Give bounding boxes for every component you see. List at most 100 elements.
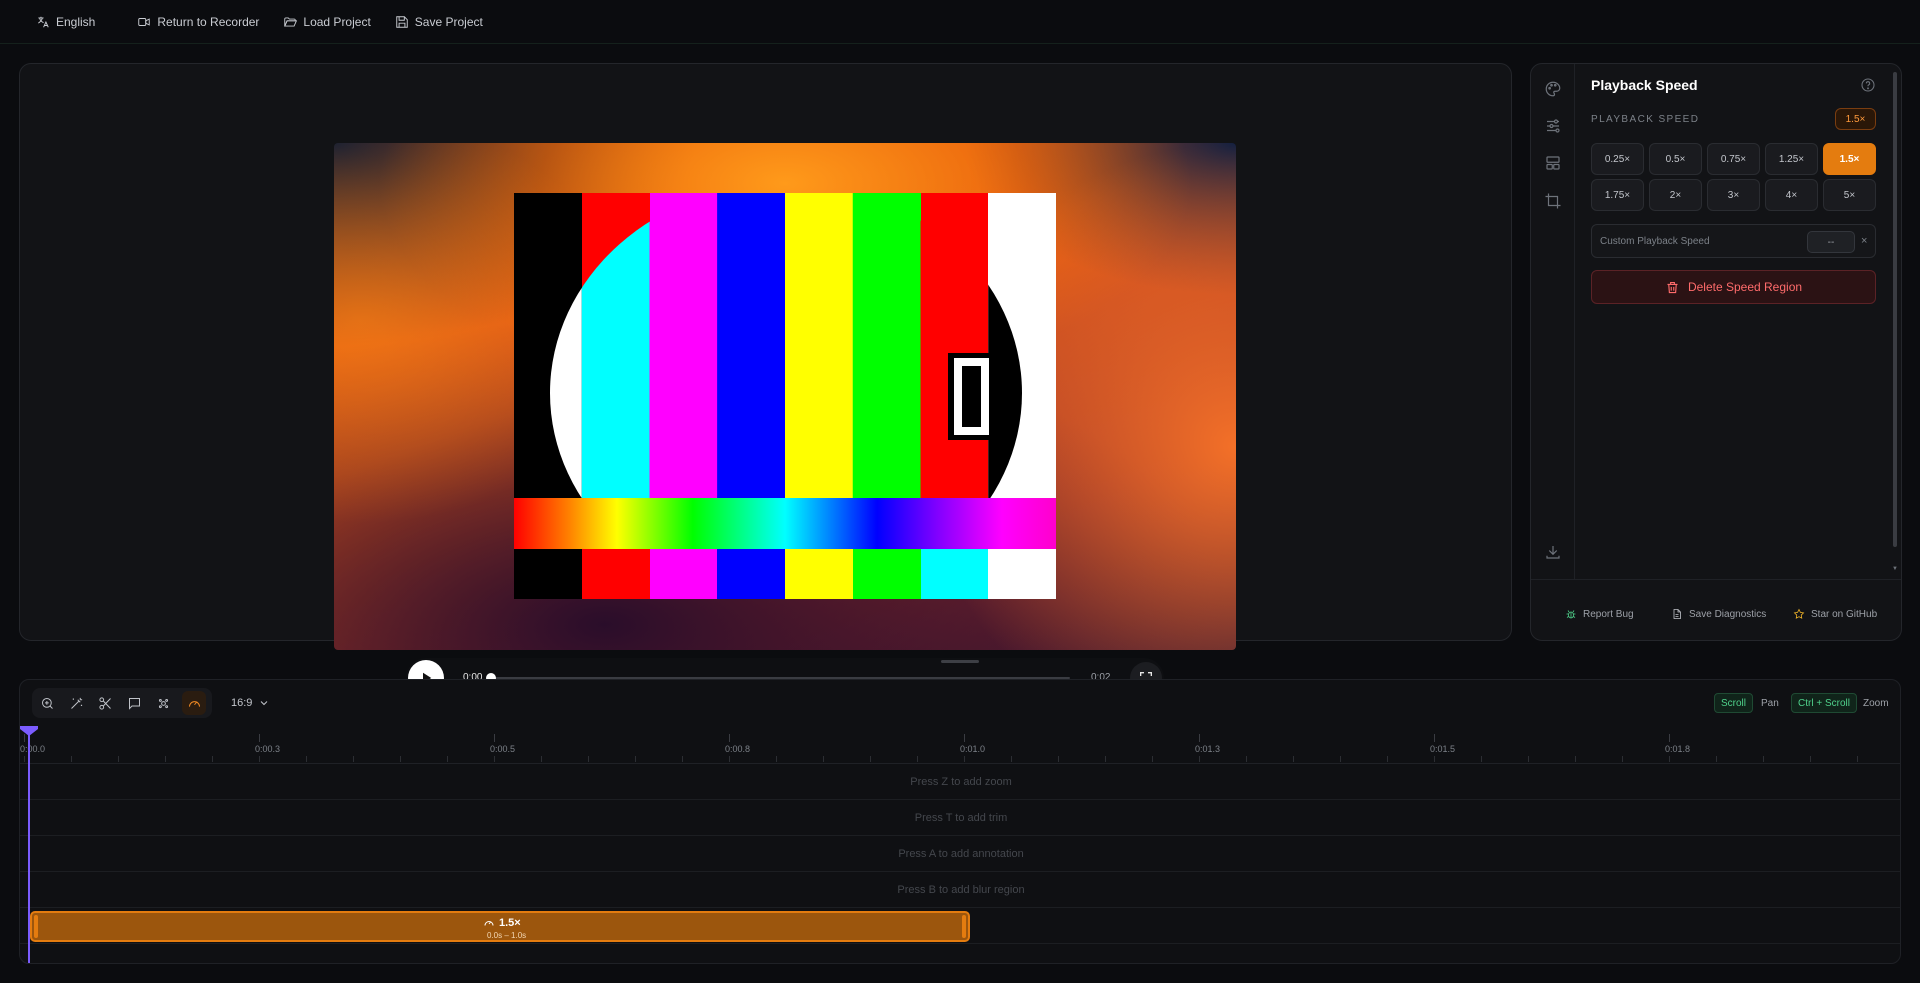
playhead-line[interactable]: [28, 726, 30, 963]
trim-track-hint: Press T to add trim: [914, 811, 1008, 824]
timeline-ruler[interactable]: 0:00.0 0:00.3 0:00.5 0:00.8 0:01.0 0:01.…: [20, 726, 1900, 764]
tick-label: 0:00.5: [490, 744, 516, 754]
gauge-icon: [483, 917, 495, 929]
ruler-minor-tick: [682, 756, 683, 762]
save-project-button[interactable]: Save Project: [395, 15, 483, 29]
annotation-tool-button[interactable]: [122, 691, 146, 715]
speed-region-left-handle[interactable]: [34, 915, 38, 938]
crop-icon[interactable]: [1544, 192, 1562, 210]
ruler-major-tick: [1669, 734, 1670, 742]
ruler-minor-tick: [1058, 756, 1059, 762]
help-circle-icon[interactable]: [1860, 77, 1876, 93]
ruler-minor-tick: [118, 756, 119, 762]
speed-region-right-handle[interactable]: [962, 915, 966, 938]
speed-tool-button[interactable]: [182, 691, 206, 715]
tick-label: 0:00.8: [725, 744, 751, 754]
ruler-minor-tick: [447, 756, 448, 762]
download-icon[interactable]: [1544, 543, 1562, 561]
zoom-track-hint: Press Z to add zoom: [910, 775, 1012, 788]
counter-digit-zero: [948, 353, 995, 440]
speed-option-1-25[interactable]: 1.25×: [1765, 143, 1818, 175]
annotation-track[interactable]: Press A to add annotation: [20, 836, 1900, 872]
speed-option-1-75[interactable]: 1.75×: [1591, 179, 1644, 211]
ruler-minor-tick: [165, 756, 166, 762]
timeline-panel: 16:9 Scroll Pan Ctrl + Scroll Zoom 0:00.…: [19, 679, 1901, 964]
ruler-minor-tick: [1340, 756, 1341, 762]
zoom-track[interactable]: Press Z to add zoom: [20, 764, 1900, 800]
save-project-label: Save Project: [414, 14, 483, 29]
trim-track[interactable]: Press T to add trim: [20, 800, 1900, 836]
panel-tab-rail: [1531, 64, 1575, 579]
speed-option-0-5[interactable]: 0.5×: [1649, 143, 1702, 175]
layout-icon[interactable]: [1544, 154, 1562, 172]
custom-speed-label: Custom Playback Speed: [1600, 236, 1710, 247]
blur-track[interactable]: Press B to add blur region: [20, 872, 1900, 908]
bug-icon: [1565, 608, 1577, 620]
return-to-recorder-button[interactable]: Return to Recorder: [137, 15, 259, 29]
file-icon: [1671, 608, 1683, 620]
load-project-button[interactable]: Load Project: [283, 15, 371, 29]
playback-speed-section-label: PLAYBACK SPEED: [1591, 114, 1700, 125]
delete-speed-region-button[interactable]: Delete Speed Region: [1591, 270, 1876, 304]
speed-option-0-25[interactable]: 0.25×: [1591, 143, 1644, 175]
palette-icon[interactable]: [1544, 80, 1562, 98]
report-bug-link[interactable]: Report Bug: [1565, 608, 1634, 620]
tick-label: 0:00.3: [255, 744, 281, 754]
custom-speed-input[interactable]: [1807, 231, 1855, 253]
aspect-ratio-select[interactable]: 16:9: [231, 697, 270, 709]
color-bars-test-pattern: [514, 193, 1056, 599]
zoom-tool-button[interactable]: [35, 691, 59, 715]
speed-option-3[interactable]: 3×: [1707, 179, 1760, 211]
speed-option-1-5[interactable]: 1.5×: [1823, 143, 1876, 175]
panel-title: Playback Speed: [1591, 77, 1698, 93]
timeline-tool-group: [32, 688, 212, 718]
ruler-minor-tick: [212, 756, 213, 762]
language-button[interactable]: English: [36, 15, 95, 29]
top-bar: English Return to Recorder Load Project …: [0, 0, 1920, 44]
speed-option-2[interactable]: 2×: [1649, 179, 1702, 211]
sliders-icon[interactable]: [1544, 117, 1562, 135]
delete-speed-region-label: Delete Speed Region: [1687, 280, 1803, 294]
color-bars-bottom: [514, 549, 1056, 599]
speed-option-5[interactable]: 5×: [1823, 179, 1876, 211]
ruler-major-tick: [964, 734, 965, 742]
tick-label: 0:00.0: [20, 744, 46, 754]
ruler-minor-tick: [1011, 756, 1012, 762]
ruler-minor-tick: [776, 756, 777, 762]
playhead-handle[interactable]: [20, 726, 38, 736]
ruler-minor-tick: [400, 756, 401, 762]
message-square-icon: [127, 696, 142, 711]
video-canvas[interactable]: [334, 143, 1236, 650]
report-bug-label: Report Bug: [1583, 608, 1634, 620]
scroll-key-hint: Scroll: [1714, 693, 1754, 713]
speed-option-4[interactable]: 4×: [1765, 179, 1818, 211]
scroll-down-arrow-icon[interactable]: ▼: [1892, 566, 1898, 572]
resize-handle[interactable]: [941, 660, 979, 663]
scissors-icon: [98, 696, 113, 711]
ruler-minor-tick: [71, 756, 72, 762]
settings-panel: Playback Speed PLAYBACK SPEED 1.5× 0.25×…: [1530, 63, 1902, 641]
ruler-minor-tick: [917, 756, 918, 762]
tick-label: 0:01.3: [1195, 744, 1221, 754]
ruler-minor-tick: [1622, 756, 1623, 762]
save-diagnostics-link[interactable]: Save Diagnostics: [1671, 608, 1766, 620]
magic-wand-tool-button[interactable]: [64, 691, 88, 715]
annotation-track-hint: Press A to add annotation: [898, 847, 1024, 860]
speed-preset-grid: 0.25× 0.5× 0.75× 1.25× 1.5× 1.75× 2× 3× …: [1591, 143, 1876, 211]
ruler-minor-tick: [1293, 756, 1294, 762]
ruler-minor-tick: [1669, 756, 1670, 762]
custom-speed-row: Custom Playback Speed ×: [1591, 224, 1876, 258]
star-on-github-link[interactable]: Star on GitHub: [1793, 608, 1877, 620]
blur-tool-button[interactable]: [151, 691, 175, 715]
ruler-minor-tick: [729, 756, 730, 762]
ruler-minor-tick: [541, 756, 542, 762]
save-icon: [395, 15, 409, 29]
trim-tool-button[interactable]: [93, 691, 117, 715]
translate-icon: [36, 15, 50, 29]
panel-scrollbar[interactable]: [1893, 72, 1897, 547]
ruler-minor-tick: [1528, 756, 1529, 762]
speed-option-0-75[interactable]: 0.75×: [1707, 143, 1760, 175]
ruler-major-tick: [729, 734, 730, 742]
speed-region[interactable]: 1.5× 0.0s – 1.0s: [30, 911, 970, 942]
custom-speed-clear-button[interactable]: ×: [1861, 235, 1867, 247]
